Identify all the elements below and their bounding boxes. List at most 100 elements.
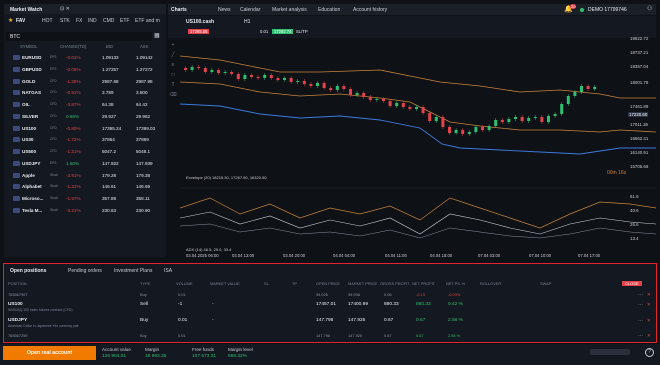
- bid[interactable]: 17395.24: [102, 123, 121, 134]
- position-row[interactable]: 765567259 Buy 0.01 147.798 147.925 0.67 0.67 2.…: [6, 333, 654, 341]
- bid[interactable]: 1.27257: [102, 64, 119, 75]
- bid[interactable]: 179.28: [102, 170, 116, 181]
- price-chart[interactable]: [180, 38, 656, 260]
- market-watch-row[interactable]: GOLD CFD -1.35% 2987.68 2987.98: [4, 76, 165, 87]
- help-icon[interactable]: ?: [645, 348, 654, 357]
- market-watch-row[interactable]: Apple Stock -3.91% 179.28 179.38: [4, 170, 165, 181]
- market-watch-row[interactable]: Alphabet Stock -1.31% 146.61 146.69: [4, 181, 165, 192]
- grid-view-icon[interactable]: ▦: [154, 32, 160, 39]
- close-icon[interactable]: ⊡ ✕: [60, 6, 70, 12]
- tab-etf-and-more[interactable]: ETF and m: [135, 18, 160, 24]
- ask[interactable]: 1.09142: [136, 52, 153, 63]
- candle: [329, 88, 333, 90]
- education-tab[interactable]: Education: [318, 7, 340, 13]
- tab-investment-plans[interactable]: Investment Plans: [114, 268, 152, 274]
- bid[interactable]: 357.89: [102, 193, 116, 204]
- market-watch-row[interactable]: US100 CFD -0.80% 17395.24 17399.03: [4, 123, 165, 134]
- y-axis-label: 17011.36: [630, 122, 648, 127]
- news-tab[interactable]: News: [218, 7, 231, 13]
- tab-cmd[interactable]: CMD: [103, 18, 114, 24]
- market-watch-row[interactable]: Microso... Stock -1.97% 357.89 358.11: [4, 193, 165, 204]
- market-watch-row[interactable]: EURUSD EPS -0.01% 1.09133 1.09142: [4, 52, 165, 63]
- ask[interactable]: 3.800: [136, 87, 148, 98]
- bid[interactable]: 37864: [102, 134, 115, 145]
- market-price: 17400.99: [348, 302, 369, 307]
- ask[interactable]: 64.42: [136, 99, 148, 110]
- market-watch-tabs: ★ FAV HOT STK FX IND CMD ETF ETF and m: [4, 15, 166, 26]
- sell-button[interactable]: 17285.65: [188, 29, 210, 34]
- bid[interactable]: 3.789: [102, 87, 114, 98]
- ask[interactable]: 37889: [136, 134, 149, 145]
- charts-tab[interactable]: Charts: [171, 7, 187, 13]
- user-icon[interactable]: ⚇: [647, 5, 652, 12]
- calendar-tab[interactable]: Calendar: [240, 7, 260, 13]
- tab-fx[interactable]: FX: [76, 18, 82, 24]
- close-all-button[interactable]: CLOSE: [622, 281, 642, 286]
- market-watch-row[interactable]: USDJPY EPS 1.60% 147.922 147.939: [4, 158, 165, 169]
- market-watch-row[interactable]: SILVER CFD 0.69% 29.927 29.962: [4, 111, 165, 122]
- ask[interactable]: 146.69: [136, 181, 150, 192]
- market-watch-row[interactable]: OIL CFD -3.87% 64.38 64.42: [4, 99, 165, 110]
- tab-hot[interactable]: HOT: [42, 18, 53, 24]
- position-row[interactable]: USDJPY American Dollar to Japanese Yen cu…: [6, 318, 654, 332]
- market-watch-row[interactable]: Tesla M... Stock -3.21% 230.63 230.90: [4, 205, 165, 216]
- column-bid: BID: [106, 44, 113, 49]
- bid[interactable]: 230.63: [102, 205, 116, 216]
- row-menu-icon[interactable]: ⋯: [638, 318, 643, 324]
- shape-tool-icon[interactable]: □: [168, 70, 178, 80]
- tab-isa[interactable]: ISA: [164, 268, 172, 274]
- ask[interactable]: 29.962: [136, 111, 150, 122]
- ask[interactable]: 1.27272: [136, 64, 153, 75]
- ask[interactable]: 147.939: [136, 158, 153, 169]
- ask[interactable]: 179.38: [136, 170, 150, 181]
- line-tool-icon[interactable]: ╱: [168, 50, 178, 60]
- eraser-icon[interactable]: ⌫: [168, 90, 178, 100]
- close-position-icon[interactable]: ✕: [647, 318, 651, 324]
- ask[interactable]: 17399.03: [136, 123, 155, 134]
- text-tool-icon[interactable]: T: [168, 80, 178, 90]
- close-position-icon[interactable]: ✕: [647, 292, 651, 298]
- position-row[interactable]: US100 NASDAQ 100 index futures contract (…: [6, 302, 654, 316]
- close-position-icon[interactable]: ✕: [647, 302, 651, 308]
- account-selector[interactable]: DEMO 17799746: [588, 7, 627, 13]
- tab-ind[interactable]: IND: [88, 18, 97, 24]
- ask[interactable]: 230.90: [136, 205, 150, 216]
- timeframe-selector[interactable]: H1: [244, 19, 250, 25]
- ask[interactable]: 358.11: [136, 193, 150, 204]
- tab-stk[interactable]: STK: [60, 18, 70, 24]
- close-position-icon[interactable]: ✕: [647, 333, 651, 339]
- bid[interactable]: 5047.2: [102, 146, 116, 157]
- buy-button[interactable]: 17292.74: [272, 29, 294, 34]
- row-menu-icon[interactable]: ⋯: [638, 333, 643, 339]
- bid[interactable]: 64.38: [102, 99, 114, 110]
- position-row[interactable]: 765567907 Buy 0.01 39.926 39.936 0.06 -0.13 -0.…: [6, 292, 654, 300]
- tab-open-positions[interactable]: Open positions: [10, 268, 46, 274]
- ask[interactable]: 5048.1: [136, 146, 150, 157]
- row-menu-icon[interactable]: ⋯: [638, 292, 643, 298]
- candle: [500, 120, 504, 122]
- tab-fav[interactable]: FAV: [16, 18, 25, 24]
- market-watch-row[interactable]: US30 CFD -1.72% 37864 37889: [4, 134, 165, 145]
- account-history-tab[interactable]: Account history: [353, 7, 387, 13]
- tab-etf[interactable]: ETF: [120, 18, 129, 24]
- fib-tool-icon[interactable]: ≡: [168, 60, 178, 70]
- bid[interactable]: 147.922: [102, 158, 119, 169]
- market-watch-row[interactable]: US500 CFD -1.21% 5047.2 5048.1: [4, 146, 165, 157]
- market-analysis-tab[interactable]: Market analysis: [272, 7, 307, 13]
- crosshair-icon[interactable]: +: [168, 40, 178, 50]
- sltp-button[interactable]: SL/TP: [296, 29, 308, 34]
- bid[interactable]: 1.09133: [102, 52, 119, 63]
- row-menu-icon[interactable]: ⋯: [638, 302, 643, 308]
- tab-pending-orders[interactable]: Pending orders: [68, 268, 102, 274]
- bid[interactable]: 146.61: [102, 181, 116, 192]
- ask[interactable]: 2987.98: [136, 76, 153, 87]
- market-watch-row[interactable]: NATGAS CFD -0.91% 3.789 3.800: [4, 87, 165, 98]
- search-input[interactable]: BTC: [6, 32, 152, 41]
- bid[interactable]: 2987.68: [102, 76, 119, 87]
- market-watch-columns: SYMBOL CHANGE(TD) BID ASK: [4, 44, 166, 52]
- open-real-account-button[interactable]: Open real account: [3, 346, 96, 360]
- market-watch-row[interactable]: GBPUSD EPS -0.06% 1.27257 1.27272: [4, 64, 165, 75]
- quantity-input[interactable]: 0.01: [260, 29, 268, 34]
- chart-symbol[interactable]: US100.cash: [186, 19, 214, 25]
- bid[interactable]: 29.927: [102, 111, 116, 122]
